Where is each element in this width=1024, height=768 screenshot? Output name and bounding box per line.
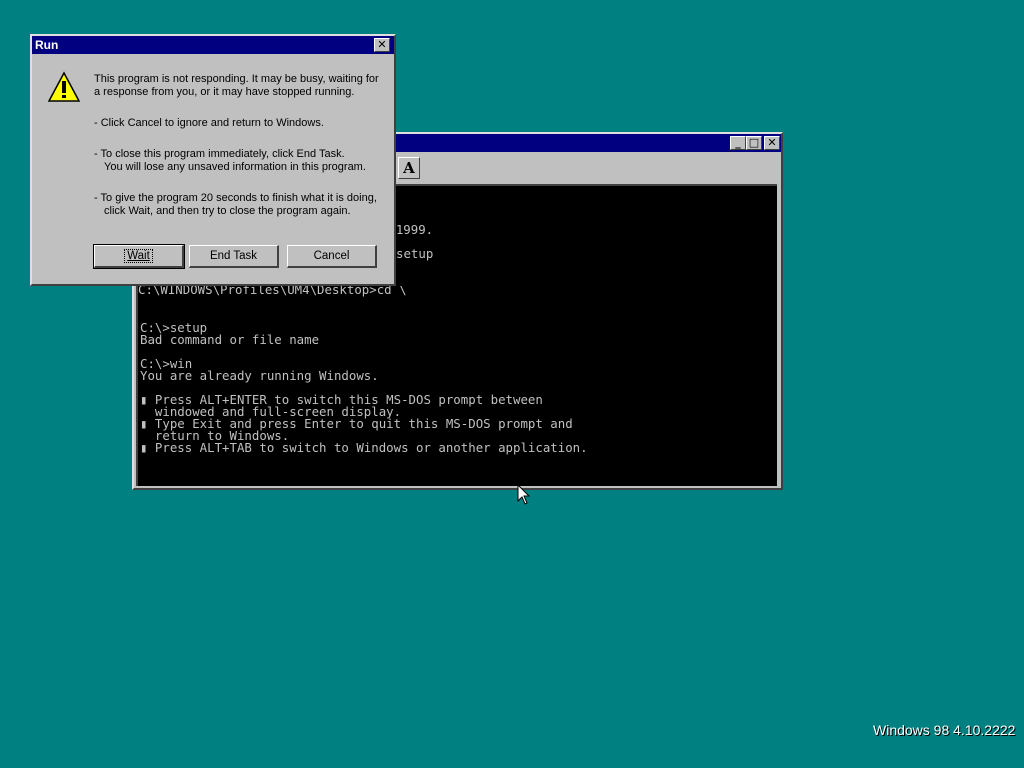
dos-line: [140, 454, 777, 466]
dos-line: You are already running Windows.: [140, 368, 379, 383]
dos-line: Bad command or file name: [140, 332, 320, 347]
maximize-button[interactable]: □: [746, 136, 762, 150]
mouse-pointer-icon: [517, 484, 531, 505]
dialog-message: This program is not responding. It may b…: [94, 73, 379, 98]
close-button[interactable]: ✕: [764, 136, 780, 150]
minimize-button[interactable]: _: [730, 136, 746, 150]
bullet-end-task-note: You will lose any unsaved information in…: [104, 161, 366, 173]
wait-button[interactable]: Wait: [93, 244, 185, 269]
end-task-label: End Task: [209, 250, 258, 262]
bullet-cancel: - Click Cancel to ignore and return to W…: [94, 117, 324, 129]
warning-icon: [47, 71, 81, 102]
dialog-close-button[interactable]: ✕: [374, 38, 390, 52]
cancel-button[interactable]: Cancel: [287, 245, 377, 268]
end-task-button[interactable]: End Task: [189, 245, 279, 268]
cancel-label: Cancel: [313, 250, 350, 262]
bullet-wait: - To give the program 20 seconds to fini…: [94, 192, 377, 204]
dos-line: [140, 346, 777, 358]
setup-fragment: setup: [396, 246, 434, 261]
dialog-title: Run: [35, 38, 59, 52]
bullet-wait-note: click Wait, and then try to close the pr…: [104, 205, 351, 217]
dialog-title-bar[interactable]: Run ✕: [32, 36, 394, 54]
wait-label: Wait: [124, 249, 153, 263]
not-responding-dialog[interactable]: Run ✕ This program is not responding. It…: [30, 34, 396, 286]
dos-line: ▮ Press ALT+TAB to switch to Windows or …: [140, 440, 588, 455]
font-button[interactable]: A: [398, 157, 420, 179]
dos-line: [140, 310, 777, 322]
windows-version-text: Windows 98 4.10.2222: [873, 722, 1016, 738]
bullet-end-task: - To close this program immediately, cli…: [94, 148, 345, 160]
dos-line: [140, 298, 777, 310]
